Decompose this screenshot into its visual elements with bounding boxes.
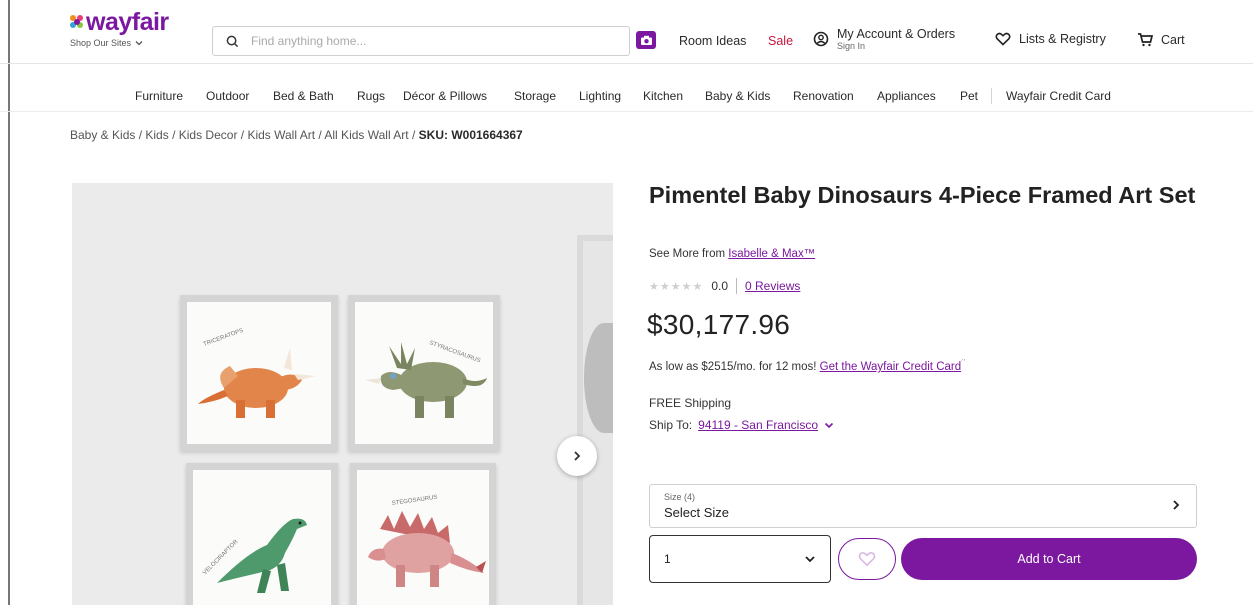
- breadcrumb: Baby & Kids / Kids / Kids Decor / Kids W…: [70, 128, 523, 142]
- rating-row: ★★★★★ 0.0 0 Reviews: [649, 278, 800, 294]
- product-price: $30,177.96: [647, 309, 791, 340]
- size-value: Select Size: [664, 505, 730, 520]
- category-nav: Furniture Outdoor Bed & Bath Rugs Décor …: [0, 64, 1253, 112]
- velociraptor-illustration: VELOCIRAPTOR: [202, 518, 307, 593]
- nav-item-credit-card[interactable]: Wayfair Credit Card: [1006, 89, 1111, 103]
- chevron-down-icon: [805, 556, 815, 563]
- cart-label: Cart: [1161, 32, 1185, 47]
- frame-caption: TRICERATOPS: [203, 328, 245, 348]
- financing-text: As low as $2515/mo. for 12 mos!: [649, 360, 817, 373]
- chevron-right-icon: [1173, 500, 1180, 510]
- breadcrumb-all-kids-wall-art[interactable]: All Kids Wall Art: [324, 128, 408, 142]
- rating-divider: [736, 278, 737, 294]
- account-icon: [813, 31, 829, 47]
- brand-link[interactable]: Isabelle & Max™: [728, 248, 815, 260]
- breadcrumb-separator: /: [411, 128, 419, 142]
- lists-label: Lists & Registry: [1019, 32, 1106, 46]
- shop-our-sites-label: Shop Our Sites: [70, 38, 132, 48]
- stegosaurus-illustration: STEGOSAURUS: [368, 495, 486, 587]
- site-header: wayfair Shop Our Sites Room Ideas Sale M…: [0, 0, 1253, 64]
- logo-mark-icon: [70, 15, 84, 29]
- art-frame-velociraptor: VELOCIRAPTOR: [186, 463, 338, 605]
- product-title: Pimentel Baby Dinosaurs 4-Piece Framed A…: [649, 182, 1196, 208]
- logo-text: wayfair: [86, 8, 169, 36]
- room-ideas-link[interactable]: Room Ideas: [679, 34, 746, 48]
- styracosaurus-illustration: STYRACOSAURUS: [365, 340, 487, 418]
- product-image[interactable]: TRICERATOPS STYRACOSAURUS VELOCIRAPTOR S…: [72, 183, 613, 605]
- lists-registry-link[interactable]: Lists & Registry: [995, 32, 1106, 46]
- star-rating-icon: ★★★★★: [649, 280, 704, 293]
- nav-item-baby-kids[interactable]: Baby & Kids: [705, 89, 770, 103]
- financing-offer: As low as $2515/mo. for 12 mos! Get the …: [649, 360, 966, 373]
- shop-our-sites-dropdown[interactable]: Shop Our Sites: [70, 38, 143, 48]
- art-frame-triceratops: TRICERATOPS: [180, 295, 338, 451]
- search-input[interactable]: [251, 28, 621, 54]
- credit-card-link[interactable]: Get the Wayfair Credit Card: [820, 361, 961, 373]
- add-to-cart-button[interactable]: Add to Cart: [901, 538, 1197, 580]
- see-more-from: See More from Isabelle & Max™: [649, 248, 815, 260]
- breadcrumb-baby-kids[interactable]: Baby & Kids: [70, 128, 135, 142]
- breadcrumb-separator: /: [172, 128, 179, 142]
- heart-icon: [995, 32, 1011, 46]
- credit-card-link-mark: ´´: [961, 360, 966, 367]
- nav-item-lighting[interactable]: Lighting: [579, 89, 621, 103]
- sale-link[interactable]: Sale: [768, 34, 793, 48]
- nav-item-rugs[interactable]: Rugs: [357, 89, 385, 103]
- art-frame-stegosaurus: STEGOSAURUS: [350, 463, 496, 605]
- ship-to-label: Ship To:: [649, 418, 693, 432]
- nav-item-furniture[interactable]: Furniture: [135, 89, 183, 103]
- reviews-link[interactable]: 0 Reviews: [745, 279, 800, 293]
- cart-link[interactable]: Cart: [1137, 32, 1185, 47]
- wayfair-logo[interactable]: wayfair: [70, 8, 169, 36]
- nav-item-appliances[interactable]: Appliances: [877, 89, 936, 103]
- nav-item-outdoor[interactable]: Outdoor: [206, 89, 249, 103]
- free-shipping-label: FREE Shipping: [649, 396, 732, 410]
- account-label: My Account & Orders: [837, 27, 956, 41]
- nav-item-kitchen[interactable]: Kitchen: [643, 89, 683, 103]
- add-to-favorites-button[interactable]: [838, 538, 896, 580]
- heart-icon: [858, 552, 876, 567]
- see-more-prefix: See More from: [649, 248, 726, 260]
- cart-icon: [1138, 33, 1153, 47]
- nav-item-bed-bath[interactable]: Bed & Bath: [273, 89, 334, 103]
- rating-value: 0.0: [711, 279, 728, 293]
- visual-search-camera-icon[interactable]: [636, 31, 656, 49]
- chevron-right-icon: [574, 451, 581, 461]
- art-frame-styracosaurus: STYRACOSAURUS: [348, 295, 500, 451]
- frame-caption: STEGOSAURUS: [391, 495, 437, 507]
- chevron-down-icon[interactable]: [824, 422, 834, 429]
- triceratops-illustration: TRICERATOPS: [198, 328, 316, 418]
- quantity-value: 1: [664, 552, 671, 566]
- breadcrumb-kids-decor[interactable]: Kids Decor: [179, 128, 238, 142]
- ship-to-location-link[interactable]: 94119 - San Francisco: [698, 418, 818, 432]
- search-icon[interactable]: [219, 28, 245, 54]
- my-account-menu[interactable]: My Account & Orders Sign In: [813, 28, 955, 51]
- sign-in-label: Sign In: [837, 41, 866, 51]
- search-bar: [212, 26, 630, 56]
- nav-item-storage[interactable]: Storage: [514, 89, 556, 103]
- frame-caption: STYRACOSAURUS: [428, 340, 481, 364]
- nav-divider: [991, 88, 992, 104]
- nav-item-renovation[interactable]: Renovation: [793, 89, 854, 103]
- breadcrumb-kids[interactable]: Kids: [145, 128, 168, 142]
- size-label: Size (4): [664, 492, 696, 502]
- ship-to-row: Ship To: 94119 - San Francisco: [649, 418, 834, 432]
- nav-item-pet[interactable]: Pet: [960, 89, 978, 103]
- size-selector[interactable]: Size (4) Select Size: [649, 484, 1197, 528]
- quantity-select[interactable]: 1: [649, 535, 831, 583]
- chevron-down-icon: [135, 41, 143, 46]
- nav-item-decor-pillows[interactable]: Décor & Pillows: [403, 89, 487, 103]
- sku-label: SKU: W001664367: [418, 128, 523, 142]
- breadcrumb-kids-wall-art[interactable]: Kids Wall Art: [247, 128, 315, 142]
- gallery-next-button[interactable]: [557, 436, 597, 476]
